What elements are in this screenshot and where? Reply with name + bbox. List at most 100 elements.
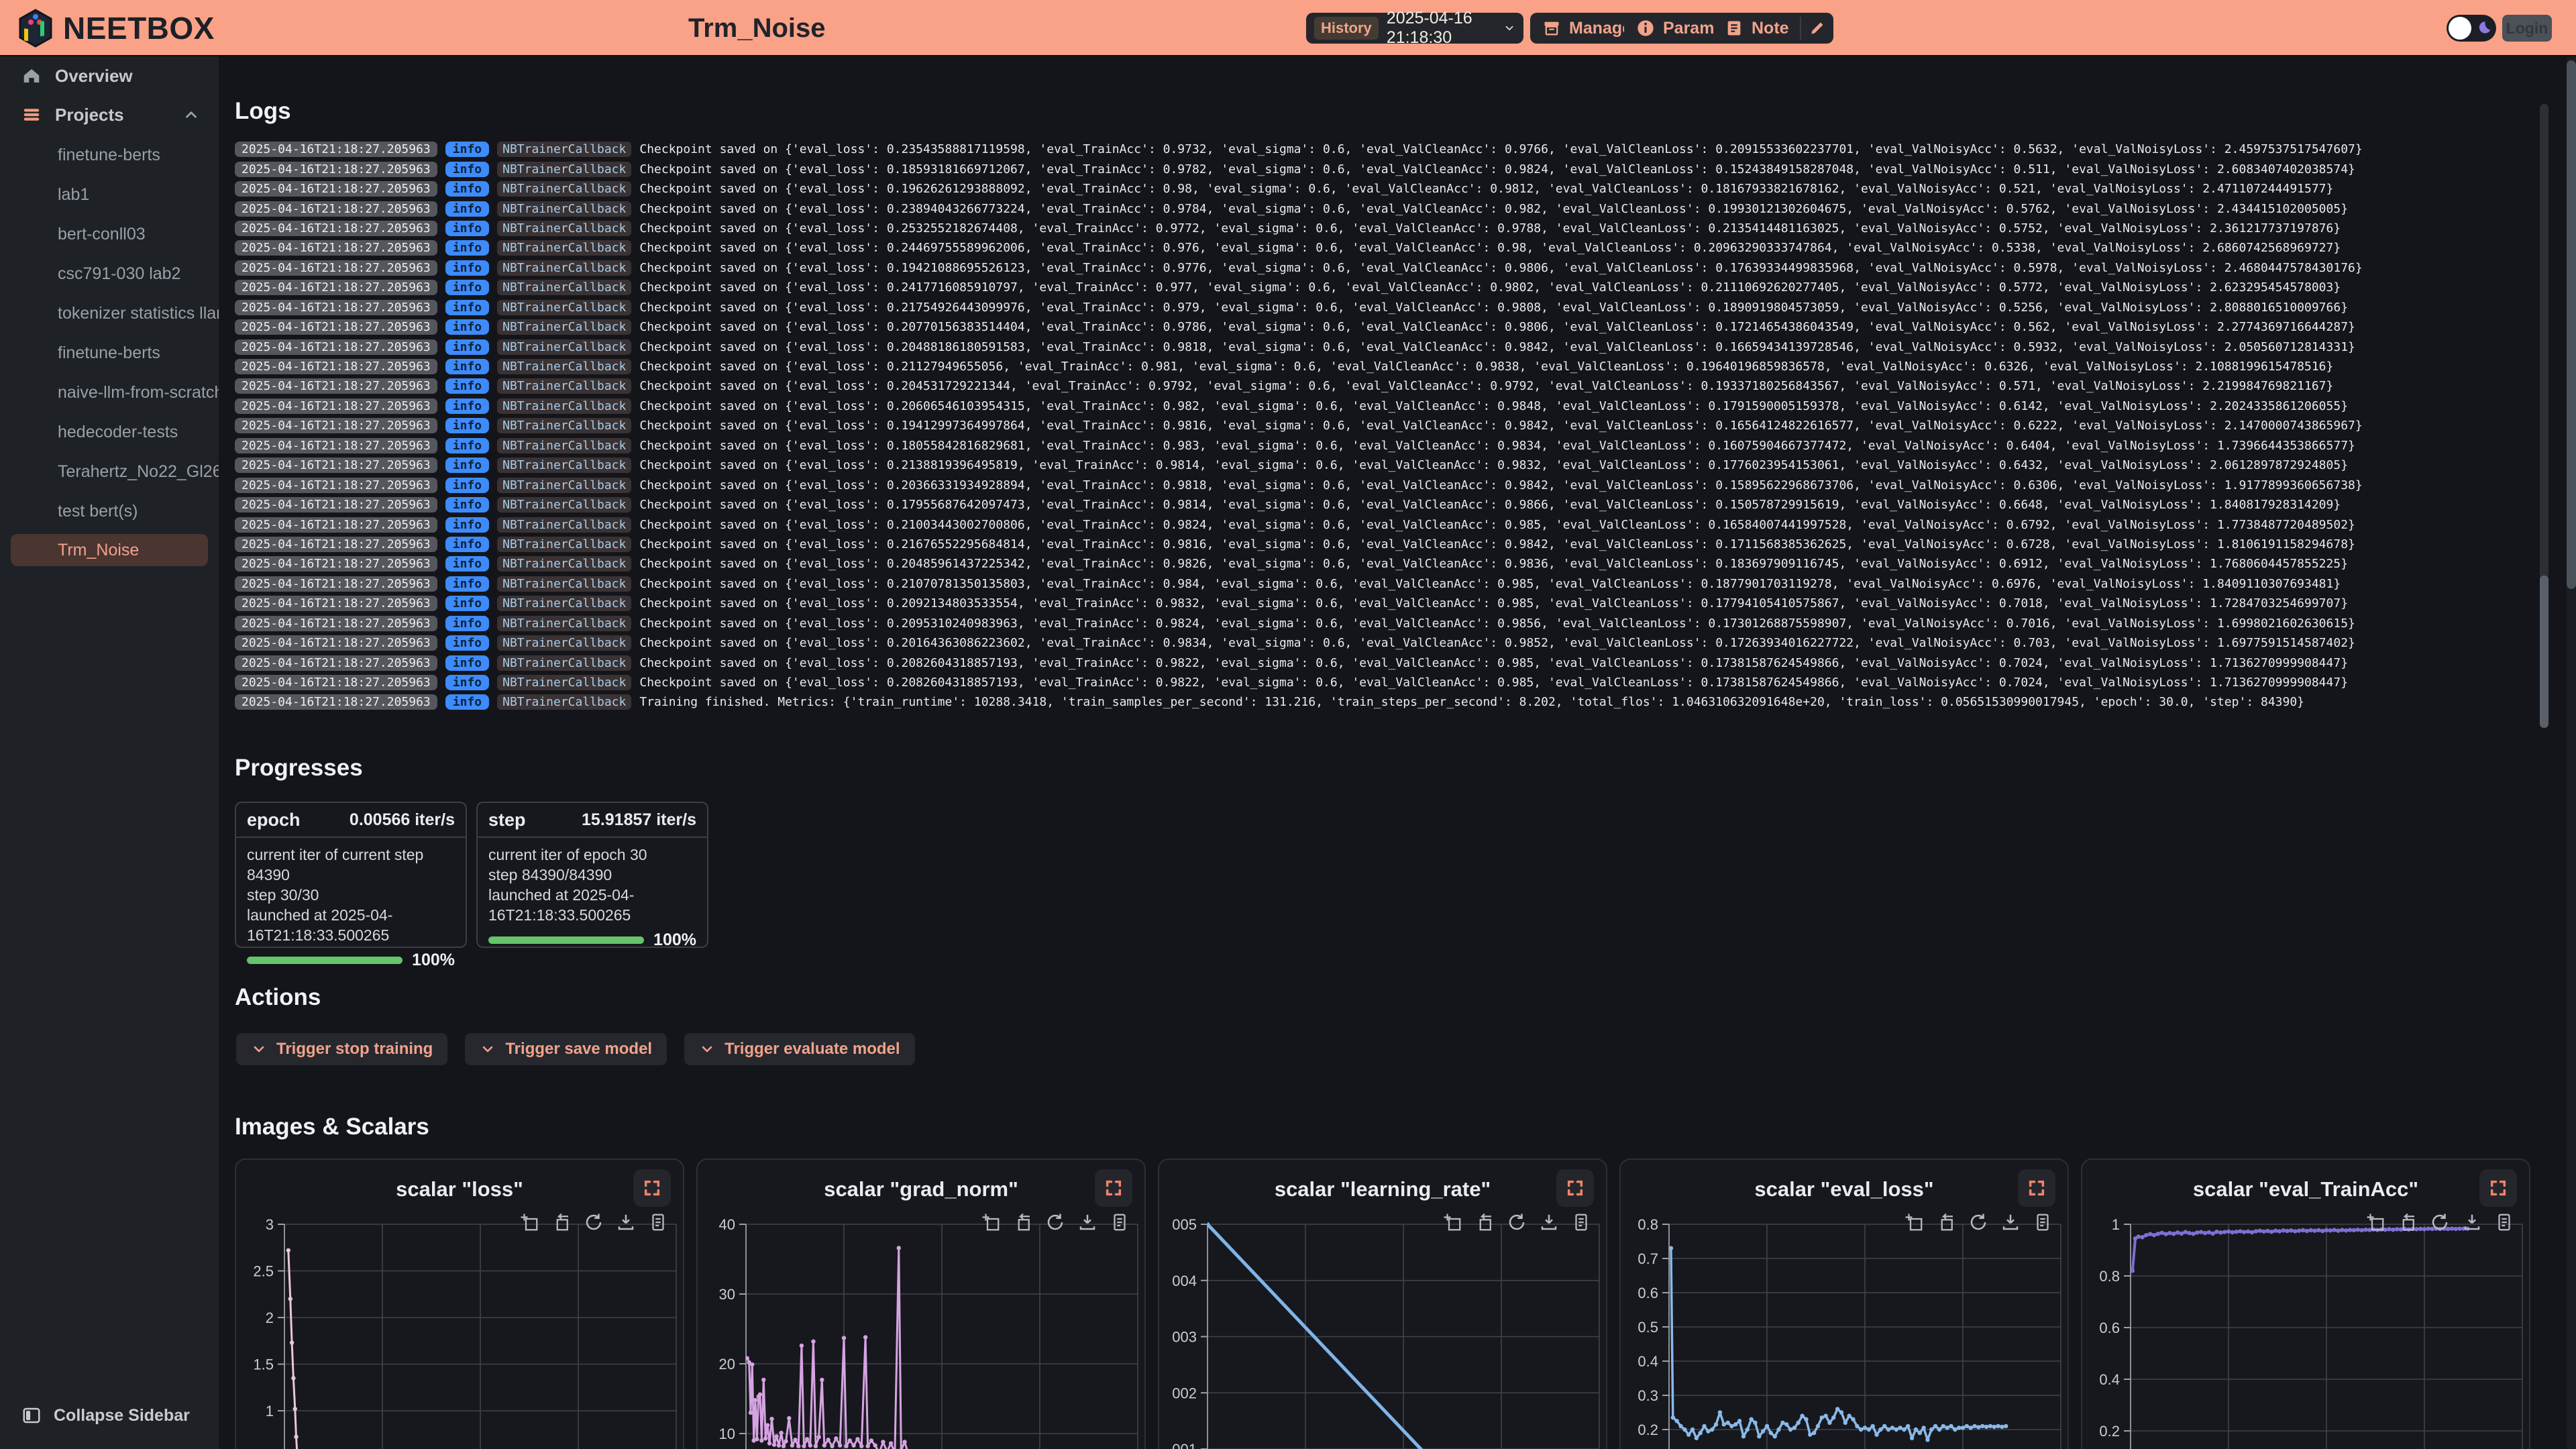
chart-plot[interactable]: 0.80.70.60.50.40.30.2 [1621,1160,2069,1449]
zoom-select-button[interactable] [2364,1211,2387,1234]
logs-scrollbar[interactable] [2540,104,2548,728]
log-row: 2025-04-16T21:18:27.205963infoNBTrainerC… [235,337,2529,356]
zoom-select-button[interactable] [1441,1211,1464,1234]
refresh-button[interactable] [2428,1211,2451,1234]
log-message: Checkpoint saved on {'eval_loss': 0.2532… [639,221,2341,235]
svg-text:2.5: 2.5 [253,1263,274,1280]
sidebar-project-item[interactable]: Trm_Noise [11,534,208,566]
download-button[interactable] [1538,1211,1560,1234]
progress-bar-row: 100% [478,925,707,950]
log-message: Checkpoint saved on {'eval_loss': 0.1962… [639,182,2333,196]
log-level-badge: info [445,635,489,651]
sidebar-item-overview[interactable]: Overview [0,56,219,95]
chart-plot[interactable]: 40302010 [698,1160,1146,1449]
brand-name: NEETBOX [63,10,215,46]
download-icon [1539,1212,1559,1232]
sidebar-project-item[interactable]: lab1 [0,175,219,215]
log-timestamp: 2025-04-16T21:18:27.205963 [235,162,437,177]
page-scrollbar[interactable] [2567,0,2576,1449]
log-message: Checkpoint saved on {'eval_loss': 0.2417… [639,280,2341,294]
log-timestamp: 2025-04-16T21:18:27.205963 [235,616,437,631]
chart-toolbar [1902,1211,2054,1234]
zoom-select-icon [981,1212,1001,1232]
sidebar-project-item[interactable]: csc791-030 lab2 [0,254,219,294]
scalar-chart-card: scalar "eval_TrainAcc"10.80.60.40.2 [2081,1159,2530,1449]
log-list[interactable]: 2025-04-16T21:18:27.205963 info NBTrainerC… [235,140,2529,715]
sidebar-project-item[interactable]: Terahertz_No22_Gl261_gl... [0,452,219,492]
undo-zoom-button[interactable] [1935,1211,1957,1234]
sidebar-project-item[interactable]: finetune-berts [0,333,219,373]
download-button[interactable] [614,1211,637,1234]
sidebar-project-item[interactable]: hedecoder-tests [0,413,219,452]
svg-text:0.2: 0.2 [2099,1423,2120,1440]
undo-zoom-button[interactable] [550,1211,573,1234]
download-button[interactable] [2461,1211,2483,1234]
login-button[interactable]: Login [2502,15,2552,42]
log-row: 2025-04-16T21:18:27.205963infoNBTrainerC… [235,357,2529,376]
data-file-button[interactable] [1108,1211,1131,1234]
refresh-button[interactable] [582,1211,605,1234]
log-message: Checkpoint saved on {'eval_loss': 0.2100… [639,518,2355,532]
svg-text:001: 001 [1172,1441,1197,1449]
log-level-badge: info [445,162,489,177]
log-tag-badge: NBTrainerCallback [497,694,631,710]
log-tag-badge: NBTrainerCallback [497,162,631,177]
data-file-button[interactable] [647,1211,669,1234]
trigger-action-button[interactable]: Trigger evaluate model [684,1033,914,1065]
svg-text:004: 004 [1172,1273,1197,1289]
page-scrollbar-thumb[interactable] [2567,60,2576,589]
log-row: 2025-04-16T21:18:27.205963infoNBTrainerC… [235,199,2529,218]
sun-knob-icon [2449,17,2471,40]
refresh-button[interactable] [1967,1211,1990,1234]
sidebar-project-item[interactable]: test bert(s) [0,492,219,531]
log-tag-badge: NBTrainerCallback [497,438,631,453]
svg-text:0.2: 0.2 [1638,1421,1658,1438]
chart-plot[interactable]: 32.521.51 [236,1160,684,1449]
download-button[interactable] [1076,1211,1099,1234]
edit-note-button[interactable] [1801,13,1833,44]
refresh-button[interactable] [1044,1211,1067,1234]
history-dropdown[interactable]: History 2025-04-16 21:18:30 [1306,13,1523,44]
chart-cards: scalar "loss"32.521.51scalar "grad_norm"… [235,1159,2530,1449]
log-timestamp: 2025-04-16T21:18:27.205963 [235,497,437,513]
log-message: Checkpoint saved on {'eval_loss': 0.2354… [639,142,2362,156]
undo-zoom-button[interactable] [2396,1211,2419,1234]
log-message: Checkpoint saved on {'eval_loss': 0.1859… [639,162,2355,176]
refresh-button[interactable] [1505,1211,1528,1234]
svg-text:1.5: 1.5 [253,1356,274,1373]
progress-detail-line: step 30/30 [247,885,455,905]
data-file-button[interactable] [2031,1211,2054,1234]
data-file-icon [1571,1212,1591,1232]
data-file-button[interactable] [1570,1211,1593,1234]
trigger-action-button[interactable]: Trigger save model [465,1033,667,1065]
log-row: 2025-04-16T21:18:27.205963infoNBTrainerC… [235,376,2529,396]
data-file-button[interactable] [2493,1211,2516,1234]
log-message: Checkpoint saved on {'eval_loss': 0.1941… [639,419,2362,433]
chart-plot[interactable]: 005004003002001 [1159,1160,1607,1449]
sidebar-project-item[interactable]: bert-conll03 [0,215,219,254]
log-level-badge: info [445,556,489,572]
undo-zoom-button[interactable] [1012,1211,1034,1234]
log-level-badge: info [445,319,489,335]
sidebar-project-item[interactable]: finetune-berts [0,136,219,175]
logs-scrollbar-thumb[interactable] [2540,576,2548,728]
log-tag-badge: NBTrainerCallback [497,556,631,572]
chart-plot[interactable]: 10.80.60.40.2 [2082,1160,2530,1449]
trigger-action-button[interactable]: Trigger stop training [236,1033,447,1065]
undo-zoom-button[interactable] [1473,1211,1496,1234]
log-row: 2025-04-16T21:18:27.205963infoNBTrainerC… [235,554,2529,574]
note-button[interactable]: Note [1714,19,1800,38]
zoom-select-icon [1904,1212,1924,1232]
zoom-select-button[interactable] [518,1211,541,1234]
sidebar-item-projects[interactable]: Projects [0,95,219,134]
theme-toggle[interactable] [2447,15,2496,42]
log-message: Checkpoint saved on {'eval_loss': 0.2175… [639,301,2348,315]
zoom-select-button[interactable] [1902,1211,1925,1234]
log-tag-badge: NBTrainerCallback [497,497,631,513]
sidebar-project-item[interactable]: tokenizer statistics llama... [0,294,219,333]
collapse-sidebar-button[interactable]: Collapse Sidebar [0,1398,190,1433]
progress-percent: 100% [412,951,455,970]
download-button[interactable] [1999,1211,2022,1234]
sidebar-project-item[interactable]: naive-llm-from-scratch [0,373,219,413]
zoom-select-button[interactable] [979,1211,1002,1234]
